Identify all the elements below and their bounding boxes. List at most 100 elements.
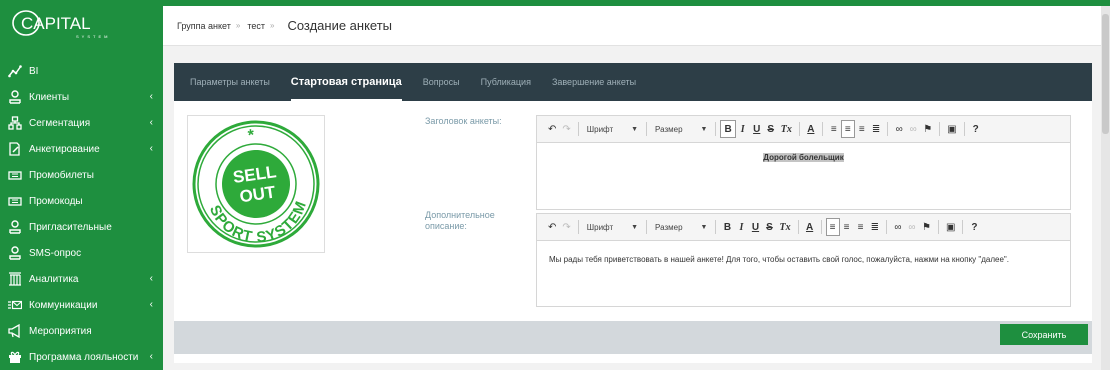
tab-questions[interactable]: Вопросы: [423, 63, 460, 101]
anchor-flag-icon[interactable]: ⚑: [920, 120, 935, 138]
ticket-icon: [8, 168, 22, 182]
logo-subtext: SYSTEM: [76, 34, 110, 39]
strikethrough-button[interactable]: S: [762, 218, 776, 236]
dropdown-arrow-icon: ▼: [631, 223, 639, 231]
undo-icon[interactable]: ↶: [545, 120, 559, 138]
sidebar-item-promo-codes[interactable]: Промокоды: [0, 188, 163, 214]
sidebar-item-label: Сегментация: [29, 117, 91, 129]
toolbar-separator: [939, 122, 941, 136]
unlink-icon[interactable]: ∞: [905, 218, 919, 236]
chevron-left-icon: ‹: [149, 299, 153, 310]
align-left-icon[interactable]: ≡: [825, 218, 840, 236]
underline-button[interactable]: U: [750, 120, 764, 138]
survey-cover-image[interactable]: SPORT SYSTEM SELL OUT *: [187, 115, 325, 253]
page-header: Группа анкет » тест » Создание анкеты: [163, 6, 1101, 46]
toolbar-separator: [821, 122, 823, 136]
chevron-left-icon: ‹: [149, 273, 153, 284]
sidebar-nav: BI Клиенты ‹ Сегментация ‹ Анкетирование…: [0, 58, 163, 370]
sidebar-item-sms-poll[interactable]: SMS-опрос: [0, 240, 163, 266]
align-right-icon[interactable]: ≡: [854, 218, 868, 236]
breadcrumb-separator: »: [269, 21, 275, 30]
redo-icon[interactable]: ↷: [559, 218, 573, 236]
image-icon[interactable]: ▣: [943, 218, 958, 236]
toolbar-separator: [797, 220, 799, 234]
size-select-label: Размер: [655, 124, 683, 134]
sidebar-item-label: Аналитика: [29, 273, 79, 285]
save-button[interactable]: Сохранить: [1000, 324, 1088, 345]
clear-format-button[interactable]: Tx: [776, 218, 793, 236]
align-center-icon[interactable]: ≡: [840, 120, 855, 138]
scrollbar-thumb[interactable]: [1102, 14, 1109, 134]
size-select-label: Размер: [655, 222, 683, 232]
sidebar-item-analytics[interactable]: Аналитика ‹: [0, 266, 163, 292]
tab-survey-completion[interactable]: Завершение анкеты: [552, 63, 636, 101]
sidebar-item-events[interactable]: Мероприятия: [0, 318, 163, 344]
link-icon[interactable]: ∞: [891, 218, 905, 236]
align-right-icon[interactable]: ≡: [855, 120, 869, 138]
italic-button[interactable]: I: [736, 120, 750, 138]
dropdown-arrow-icon: ▼: [700, 223, 708, 231]
chevron-left-icon: ‹: [149, 91, 153, 102]
logo[interactable]: CAPITAL SYSTEM: [12, 8, 132, 40]
help-button[interactable]: ?: [969, 120, 983, 138]
align-justify-icon[interactable]: ≣: [869, 120, 883, 138]
clear-format-button[interactable]: Tx: [778, 120, 795, 138]
anchor-flag-icon[interactable]: ⚑: [919, 218, 934, 236]
title-editor-body[interactable]: Дорогой болельщик: [537, 143, 1070, 172]
image-icon[interactable]: ▣: [944, 120, 959, 138]
redo-icon[interactable]: ↷: [559, 120, 573, 138]
list-envelope-icon: [8, 298, 22, 312]
link-icon[interactable]: ∞: [892, 120, 906, 138]
italic-button[interactable]: I: [734, 218, 748, 236]
sidebar-item-label: Коммуникации: [29, 299, 98, 311]
undo-icon[interactable]: ↶: [545, 218, 559, 236]
breadcrumb-group[interactable]: Группа анкет: [177, 21, 231, 31]
text-color-button[interactable]: A: [804, 120, 818, 138]
bold-button[interactable]: B: [720, 120, 736, 138]
breadcrumb-test[interactable]: тест: [247, 21, 265, 31]
toolbar-separator: [963, 122, 965, 136]
sidebar-item-clients[interactable]: Клиенты ‹: [0, 84, 163, 110]
dropdown-arrow-icon: ▼: [700, 125, 708, 133]
tab-start-page[interactable]: Стартовая страница: [290, 63, 402, 101]
unlink-icon[interactable]: ∞: [906, 120, 920, 138]
survey-editor-card: Параметры анкеты Стартовая страница Вопр…: [174, 63, 1092, 363]
align-justify-icon[interactable]: ≣: [868, 218, 882, 236]
sidebar-item-loyalty[interactable]: Программа лояльности ‹: [0, 344, 163, 370]
underline-button[interactable]: U: [748, 218, 762, 236]
sidebar-item-bi[interactable]: BI: [0, 58, 163, 84]
title-editor-toolbar: ↶ ↷ Шрифт ▼ Размер ▼ B I U S Tx A ≡ ≡ ≡ ≣ …: [537, 116, 1070, 143]
help-button[interactable]: ?: [967, 218, 981, 236]
tab-publication[interactable]: Публикация: [481, 63, 531, 101]
sidebar-item-communications[interactable]: Коммуникации ‹: [0, 292, 163, 318]
sidebar-item-invitations[interactable]: Пригласительные: [0, 214, 163, 240]
description-editor-toolbar: ↶ ↷ Шрифт ▼ Размер ▼ B I U S Tx A ≡ ≡ ≡ ≣ …: [537, 214, 1070, 241]
toolbar-separator: [885, 220, 887, 234]
align-left-icon[interactable]: ≡: [827, 120, 841, 138]
sidebar-item-segmentation[interactable]: Сегментация ‹: [0, 110, 163, 136]
svg-text:*: *: [247, 127, 256, 145]
strikethrough-button[interactable]: S: [764, 120, 778, 138]
form-edit-icon: [8, 142, 22, 156]
page-scrollbar[interactable]: [1101, 6, 1110, 370]
description-editor-body[interactable]: Мы рады тебя приветствовать в нашей анке…: [537, 241, 1070, 274]
text-color-button[interactable]: A: [803, 218, 817, 236]
align-center-icon[interactable]: ≡: [840, 218, 854, 236]
description-label-line2: описание:: [425, 221, 467, 231]
chevron-left-icon: ‹: [149, 351, 153, 362]
sidebar-item-label: Пригласительные: [29, 221, 112, 233]
description-editor: ↶ ↷ Шрифт ▼ Размер ▼ B I U S Tx A ≡ ≡ ≡ ≣ …: [536, 213, 1071, 307]
sidebar-item-promo-tickets[interactable]: Промобилеты: [0, 162, 163, 188]
breadcrumb-separator: »: [235, 21, 241, 30]
tab-bar: Параметры анкеты Стартовая страница Вопр…: [174, 63, 1092, 101]
size-select[interactable]: Размер ▼: [651, 218, 711, 236]
bold-button[interactable]: B: [720, 218, 734, 236]
tab-survey-params[interactable]: Параметры анкеты: [190, 63, 270, 101]
font-select[interactable]: Шрифт ▼: [583, 120, 642, 138]
font-select[interactable]: Шрифт ▼: [583, 218, 642, 236]
form-footer-bar: [174, 321, 1092, 354]
size-select[interactable]: Размер ▼: [651, 120, 711, 138]
building-icon: [8, 272, 22, 286]
sidebar-item-surveys[interactable]: Анкетирование ‹: [0, 136, 163, 162]
toolbar-separator: [962, 220, 964, 234]
